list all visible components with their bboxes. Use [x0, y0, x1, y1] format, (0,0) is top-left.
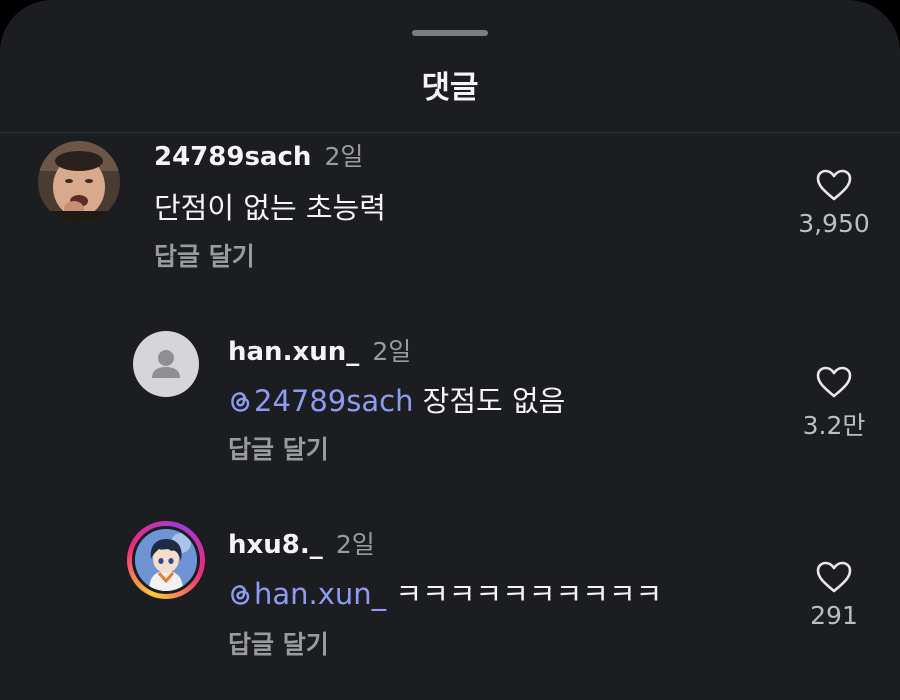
like-count: 3,950 — [798, 209, 870, 238]
heart-outline-icon[interactable] — [816, 366, 852, 398]
comment-text: han.xun_ ㅋㅋㅋㅋㅋㅋㅋㅋㅋㅋ — [228, 571, 662, 613]
threads-mention-icon — [231, 585, 250, 605]
reply-button[interactable]: 답글 달기 — [228, 430, 329, 466]
like-control: 3,950 — [789, 169, 879, 238]
heart-outline-icon[interactable] — [816, 561, 852, 593]
drag-handle[interactable] — [412, 30, 488, 36]
comments-sheet: 댓글 24789sach 2일 단점이 없는 초능력 답글 달기 3,950 h… — [0, 0, 900, 700]
timestamp: 2일 — [372, 337, 412, 366]
timestamp: 2일 — [324, 142, 364, 171]
like-control: 3.2만 — [789, 366, 879, 442]
mention-username: 24789sach — [254, 384, 414, 418]
username[interactable]: hxu8._ — [228, 530, 323, 560]
like-count: 3.2만 — [802, 411, 866, 440]
username[interactable]: han.xun_ — [228, 337, 359, 367]
comment-text-body: 장점도 없음 — [413, 384, 566, 418]
comment-item: 24789sach 2일 단점이 없는 초능력 답글 달기 3,950 — [0, 133, 900, 293]
heart-outline-icon[interactable] — [816, 169, 852, 201]
threads-mention-icon — [231, 392, 250, 412]
username[interactable]: 24789sach — [154, 142, 311, 172]
sheet-title: 댓글 — [421, 70, 479, 106]
avatar[interactable] — [38, 141, 120, 223]
timestamp: 2일 — [335, 530, 375, 559]
default-user-icon — [133, 331, 199, 397]
like-count: 291 — [810, 601, 858, 630]
avatar[interactable] — [133, 331, 199, 397]
user-photo-icon — [38, 141, 120, 223]
reply-button[interactable]: 답글 달기 — [228, 625, 329, 661]
mention-link[interactable]: 24789sach — [228, 384, 413, 418]
comment-text-body: ㅋㅋㅋㅋㅋㅋㅋㅋㅋㅋ — [386, 577, 663, 611]
comment-text: 단점이 없는 초능력 — [154, 191, 386, 225]
reply-button[interactable]: 답글 달기 — [154, 237, 255, 273]
like-control: 291 — [789, 561, 879, 630]
comment-item: hxu8._ 2일 han.xun_ ㅋㅋㅋㅋㅋㅋㅋㅋㅋㅋ 답글 달기 291 — [0, 521, 900, 681]
avatar-story-ring[interactable] — [127, 521, 205, 599]
comment-item: han.xun_ 2일 24789sach 장점도 없음 답글 달기 3.2만 — [0, 328, 900, 488]
comment-text: 24789sach 장점도 없음 — [228, 378, 565, 420]
mention-username: han.xun_ — [254, 577, 387, 611]
anime-avatar-icon — [135, 529, 197, 591]
mention-link[interactable]: han.xun_ — [228, 577, 386, 611]
